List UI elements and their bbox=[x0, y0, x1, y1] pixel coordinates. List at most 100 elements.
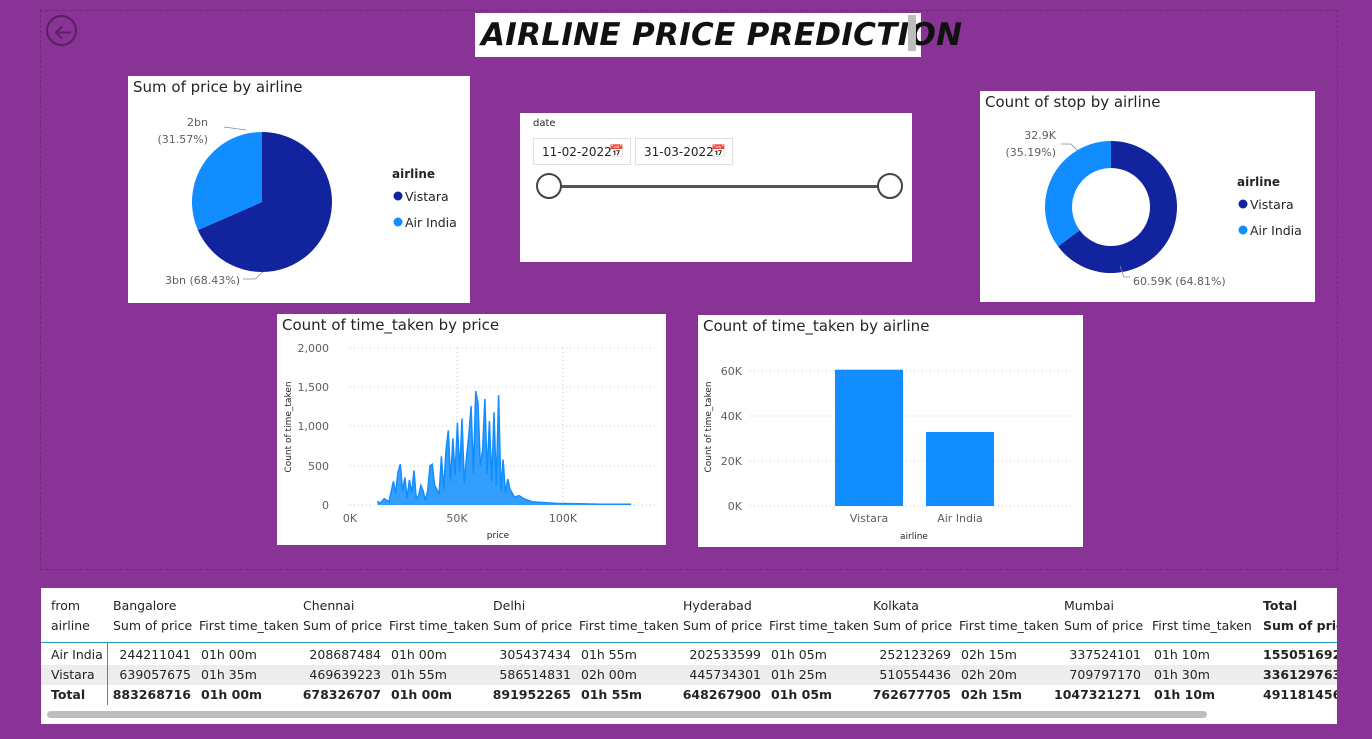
line-chart-xlabel: price bbox=[487, 531, 510, 541]
column-header-price: Sum of price bbox=[1064, 618, 1144, 633]
row-header: Total bbox=[51, 687, 86, 702]
cell-time: 01h 05m bbox=[771, 687, 833, 702]
cell-time: 01h 10m bbox=[1154, 647, 1210, 662]
donut-label-vistara: 60.59K (64.81%) bbox=[1133, 275, 1226, 288]
column-group-header: Bangalore bbox=[113, 598, 177, 613]
column-header-price: Sum of price bbox=[303, 618, 383, 633]
cell-time: 01h 00m bbox=[391, 687, 453, 702]
pie-legend-item-airindia[interactable]: Air India bbox=[393, 215, 457, 230]
x-tick: 0K bbox=[343, 512, 358, 525]
cell-time: 01h 30m bbox=[1154, 667, 1210, 682]
y-tick: 1,500 bbox=[298, 381, 330, 394]
cell-time: 01h 00m bbox=[201, 647, 257, 662]
bar-vistara[interactable] bbox=[835, 369, 903, 506]
series-line[interactable] bbox=[376, 391, 632, 505]
legend-dot bbox=[393, 191, 403, 201]
cell-price: 678326707 bbox=[302, 687, 381, 702]
end-date-value: 31-03-2022 bbox=[644, 145, 714, 159]
bar-chart-ylabel: Count of time_taken bbox=[704, 381, 714, 472]
cell-price: 208687484 bbox=[309, 647, 381, 662]
date-slicer-label: date bbox=[533, 118, 556, 129]
cell-total: 4911814564 bbox=[1263, 687, 1337, 702]
bar-air-india[interactable] bbox=[926, 431, 994, 506]
pie-legend-item-vistara[interactable]: Vistara bbox=[393, 189, 449, 204]
bar-chart-gridlines bbox=[750, 370, 1073, 507]
pie-slices[interactable] bbox=[192, 132, 332, 272]
column-header-total-price: Sum of price bbox=[1263, 618, 1337, 633]
pie-label-vistara: 3bn (68.43%) bbox=[165, 274, 240, 287]
end-date-input[interactable]: 31-03-2022 📅 bbox=[635, 138, 733, 165]
cell-time: 02h 15m bbox=[961, 687, 1023, 702]
line-chart-plot[interactable] bbox=[376, 391, 632, 505]
cell-price: 305437434 bbox=[499, 647, 571, 662]
cell-time: 01h 55m bbox=[581, 687, 643, 702]
row-header: Vistara bbox=[51, 667, 95, 682]
row-header: Air India bbox=[51, 647, 103, 662]
calendar-icon[interactable]: 📅 bbox=[711, 144, 726, 158]
bar-chart-plot[interactable] bbox=[835, 369, 994, 506]
bar-chart-card[interactable]: Count of time_taken by airline 60K 40K 2… bbox=[698, 315, 1083, 547]
title-banner: AIRLINE PRICE PREDICTION bbox=[475, 13, 962, 57]
column-group-header: Hyderabad bbox=[683, 598, 752, 613]
donut-label-airindia-pct: (35.19%) bbox=[1005, 146, 1056, 159]
donut-chart-card[interactable]: Count of stop by airline 32.9K (35.19%) … bbox=[980, 91, 1315, 302]
legend-label: Vistara bbox=[1250, 197, 1294, 212]
cell-time: 02h 15m bbox=[961, 647, 1017, 662]
cell-price: 244211041 bbox=[119, 647, 191, 662]
cell-price: 510554436 bbox=[879, 667, 951, 682]
y-tick: 60K bbox=[721, 365, 743, 378]
cell-price: 762677705 bbox=[872, 687, 951, 702]
row-header-airline: airline bbox=[51, 618, 90, 633]
column-group-header: Chennai bbox=[303, 598, 355, 613]
matrix-table[interactable]: from airline Bangalore Sum of price First … bbox=[41, 588, 1337, 724]
column-header-time: First time_taken bbox=[579, 618, 679, 633]
cell-price: 891952265 bbox=[492, 687, 571, 702]
column-header-price: Sum of price bbox=[683, 618, 763, 633]
cell-price: 639057675 bbox=[119, 667, 191, 682]
column-header-price: Sum of price bbox=[873, 618, 953, 633]
donut-legend-item-vistara[interactable]: Vistara bbox=[1238, 197, 1294, 212]
date-range-track[interactable] bbox=[548, 185, 890, 188]
line-chart-card[interactable]: Count of time_taken by price 2,000 1,500… bbox=[277, 314, 666, 545]
donut-slices[interactable] bbox=[1045, 141, 1177, 273]
row-header-separator bbox=[107, 643, 108, 705]
y-tick: 0 bbox=[322, 499, 329, 512]
y-tick: 500 bbox=[308, 460, 329, 473]
cell-time: 02h 00m bbox=[581, 667, 637, 682]
back-button[interactable] bbox=[46, 15, 77, 46]
start-date-input[interactable]: 11-02-2022 📅 bbox=[533, 138, 631, 165]
pie-legend-title: airline bbox=[392, 167, 435, 181]
cell-price: 337524101 bbox=[1069, 647, 1141, 662]
y-tick: 20K bbox=[721, 455, 743, 468]
legend-label: Air India bbox=[405, 215, 457, 230]
legend-dot bbox=[1238, 225, 1248, 235]
donut-leader-airindia bbox=[1061, 143, 1079, 152]
y-tick: 0K bbox=[728, 500, 743, 513]
legend-label: Vistara bbox=[405, 189, 449, 204]
donut-legend-item-airindia[interactable]: Air India bbox=[1238, 223, 1302, 238]
date-slicer[interactable]: date 11-02-2022 📅 31-03-2022 📅 bbox=[520, 113, 912, 262]
cell-price: 1047321271 bbox=[1054, 687, 1141, 702]
calendar-icon[interactable]: 📅 bbox=[609, 144, 624, 158]
cell-price: 648267900 bbox=[682, 687, 761, 702]
cell-price: 445734301 bbox=[689, 667, 761, 682]
horizontal-scrollbar[interactable] bbox=[47, 711, 1207, 718]
end-date-handle[interactable] bbox=[877, 173, 903, 199]
y-tick: 2,000 bbox=[298, 342, 330, 355]
cell-time: 01h 35m bbox=[201, 667, 257, 682]
pie-chart-card[interactable]: Sum of price by airline 2bn (31.57%) 3bn… bbox=[128, 76, 470, 303]
line-chart-svg: 2,000 1,500 1,000 500 0 0K 50K 100K pric… bbox=[284, 342, 657, 541]
line-chart-ylabel: Count of time_taken bbox=[284, 381, 294, 472]
x-tick: Air India bbox=[937, 512, 983, 525]
cell-price: 709797170 bbox=[1069, 667, 1141, 682]
column-header-time: First time_taken bbox=[389, 618, 489, 633]
bar-chart-svg: 60K 40K 20K 0K Vistara Air India airline… bbox=[704, 365, 1073, 542]
column-header-time: First time_taken bbox=[769, 618, 869, 633]
column-group-header: Mumbai bbox=[1064, 598, 1114, 613]
x-tick: Vistara bbox=[850, 512, 888, 525]
start-date-handle[interactable] bbox=[536, 173, 562, 199]
legend-dot bbox=[1238, 199, 1248, 209]
pie-chart-svg: 2bn (31.57%) 3bn (68.43%) airline Vistar… bbox=[157, 116, 457, 287]
column-group-header: Delhi bbox=[493, 598, 526, 613]
back-arrow-icon bbox=[54, 25, 71, 40]
